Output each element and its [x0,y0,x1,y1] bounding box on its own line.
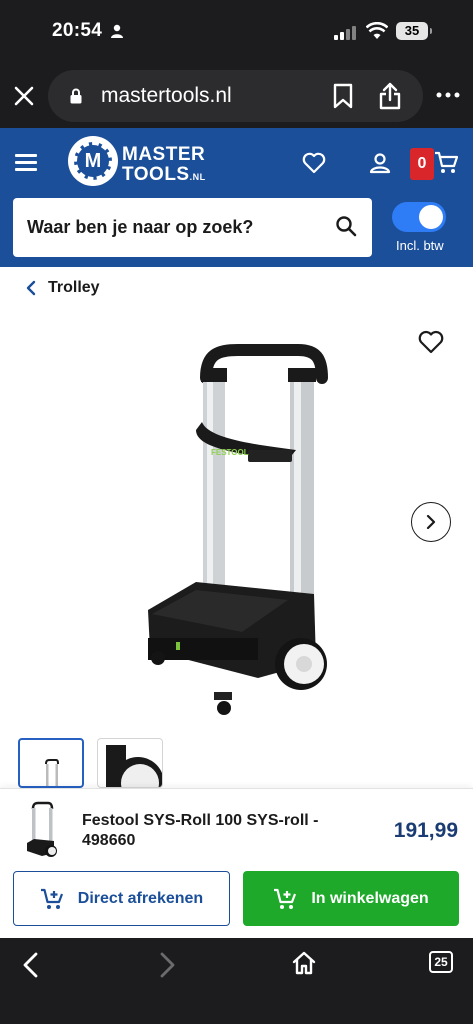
search-icon[interactable] [335,215,357,237]
bookmark-icon[interactable] [332,83,354,109]
cart-icon[interactable] [434,151,458,175]
direct-checkout-label: Direct afrekenen [77,889,204,907]
search-input[interactable]: Waar ben je naar op zoek? [13,198,372,257]
product-thumbnail [27,801,57,857]
thumbnail-2[interactable] [97,738,163,788]
thumbnail-image [106,745,162,787]
search-placeholder: Waar ben je naar op zoek? [27,217,254,237]
url-text: mastertools.nl [101,84,232,107]
product-gallery: FESTOOL [0,310,473,730]
forward-icon[interactable] [158,952,176,978]
next-image-button[interactable] [411,502,451,542]
close-icon[interactable] [12,84,36,108]
cart-add-icon [40,888,63,909]
cart-count-badge[interactable]: 0 [410,148,434,180]
vat-toggle[interactable] [392,202,446,232]
add-to-cart-label: In winkelwagen [311,889,429,907]
breadcrumb[interactable]: Trolley [26,279,100,297]
browser-bottom-nav: 25 [0,938,473,1024]
tabs-button[interactable]: 25 [429,951,453,973]
site-logo[interactable]: M MASTER TOOLS.NL [68,134,218,188]
wifi-icon [366,22,388,39]
status-time: 20:54 [52,20,103,41]
direct-checkout-button[interactable]: Direct afrekenen [13,871,230,926]
breadcrumb-label: Trolley [48,279,100,296]
browser-toolbar: mastertools.nl [0,66,473,128]
product-price: 191,99 [393,819,458,842]
address-bar[interactable]: mastertools.nl [48,70,423,122]
logo-text-line2: TOOLS.NL [122,164,206,185]
vat-toggle-label: Incl. btw [396,238,444,253]
wishlist-icon[interactable] [302,152,326,174]
account-icon[interactable] [369,152,391,174]
person-icon [111,24,123,38]
add-to-cart-button[interactable]: In winkelwagen [243,871,459,926]
logo-text-line1: MASTER [122,144,206,165]
menu-icon[interactable] [15,154,37,171]
logo-badge: M [68,136,118,186]
home-icon[interactable] [292,951,316,975]
chevron-left-icon [26,280,36,296]
thumbnail-1[interactable] [18,738,84,788]
battery-icon: 35 [396,22,432,40]
svg-text:FESTOOL: FESTOOL [211,448,249,457]
product-purchase-bar: Festool SYS-Roll 100 SYS-roll - 498660 1… [0,788,473,938]
share-icon[interactable] [378,82,402,110]
signal-icon [334,24,356,40]
favorite-icon[interactable] [418,330,444,354]
more-icon[interactable] [436,92,460,98]
product-image[interactable]: FESTOOL [138,332,338,722]
status-bar: 20:54 35 [0,0,473,66]
lock-icon [70,88,82,104]
back-icon[interactable] [22,952,40,978]
cart-add-icon [274,888,297,909]
thumbnail-image [45,759,59,786]
site-header: M MASTER TOOLS.NL 0 Waar ben je naar op … [0,128,473,267]
product-title: Festool SYS-Roll 100 SYS-roll - 498660 [82,812,319,849]
chevron-right-icon [426,515,436,529]
